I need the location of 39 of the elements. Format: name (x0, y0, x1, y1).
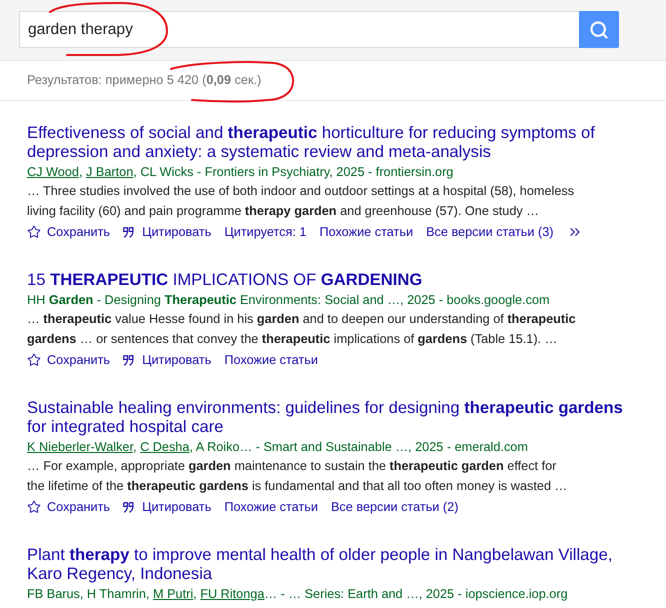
result-title-link[interactable]: Effectiveness of social and therapeutic horticulture for reducing symptoms of depression and anxiety: a systematic review and meta-analysis (27, 123, 637, 161)
cite-link[interactable]: Цитировать (123, 350, 212, 370)
result-snippet: … For example, appropriate garden maintenance to sustain the therapeutic garden effect for the lifetime of the therapeutic gardens is fundamental and that all too often money is wasted … (27, 458, 568, 495)
action-link[interactable]: Похожие статьи (224, 497, 318, 517)
save-link[interactable]: Сохранить (27, 222, 110, 242)
action-link[interactable]: Похожие статьи (224, 350, 318, 370)
result-snippet: … therapeutic value Hesse found in his garden and to deepen our understanding of therapeutic gardens … or sentences that convey the therapeutic implications of gardens (Table 15.1). … (27, 311, 576, 348)
byline: HH Garden - Designing Therapeutic Environments: Social and …, 2025 - books.google.com (27, 292, 551, 309)
search-icon (589, 20, 609, 40)
result-title-link[interactable]: Sustainable healing environments: guidelines for designing therapeutic gardens for integrated hospital care (27, 398, 637, 436)
author-link[interactable]: CJ Wood (27, 165, 79, 179)
search-field[interactable]: garden therapy (19, 11, 579, 48)
cite-link[interactable]: Цитировать (123, 497, 212, 517)
save-link[interactable]: Сохранить (27, 497, 110, 517)
result-count: Результатов: примерно 5 420 (0,09 сек.) (27, 72, 262, 89)
author-link[interactable]: J Barton (86, 165, 134, 179)
result-snippet: … Three studies involved the use of both indoor and outdoor settings at a hospital (58), homeless living facility (60) and pain programme therapy garden and greenhouse (57). One study … (27, 183, 576, 220)
star-icon (27, 225, 41, 239)
quote-icon (123, 502, 134, 512)
search-button[interactable] (579, 11, 619, 48)
action-link[interactable]: Все версии статьи (3) (426, 222, 554, 242)
action-link[interactable]: Все версии статьи (2) (330, 497, 458, 517)
byline: FB Barus, H Thamrin, M Putri, FU Ritonga… - … Series: Earth and …, 2025 - iopscience.iop.org (27, 586, 569, 603)
quote-icon (123, 226, 134, 238)
star-icon (27, 353, 41, 367)
star-icon (27, 500, 41, 514)
cite-link[interactable]: Цитировать (123, 222, 212, 242)
author-link[interactable]: M Putri (152, 587, 194, 601)
author-link[interactable]: K Nieberler-Walker (27, 440, 133, 454)
action-link[interactable]: Похожие статьи (319, 222, 414, 242)
result-title-link[interactable]: Plant therapy to improve mental health of older people in Nangbelawan Village, Karo Regency, Indonesia (27, 545, 637, 583)
author-link[interactable]: FU Ritonga (200, 587, 264, 601)
byline: CJ Wood, J Barton, CL Wicks - Frontiers in Psychiatry, 2025 - frontiersin.org (27, 164, 454, 181)
save-link[interactable]: Сохранить (27, 350, 110, 370)
byline: K Nieberler-Walker, C Desha, A Roiko… - Smart and Sustainable …, 2025 - emerald.com (27, 439, 529, 456)
author-link[interactable]: C Desha (140, 440, 190, 454)
result-title-link[interactable]: 15 THERAPEUTIC IMPLICATIONS OF GARDENING (27, 270, 637, 289)
action-link[interactable]: Цитируется: 1 (224, 222, 306, 242)
quote-icon (123, 354, 134, 366)
